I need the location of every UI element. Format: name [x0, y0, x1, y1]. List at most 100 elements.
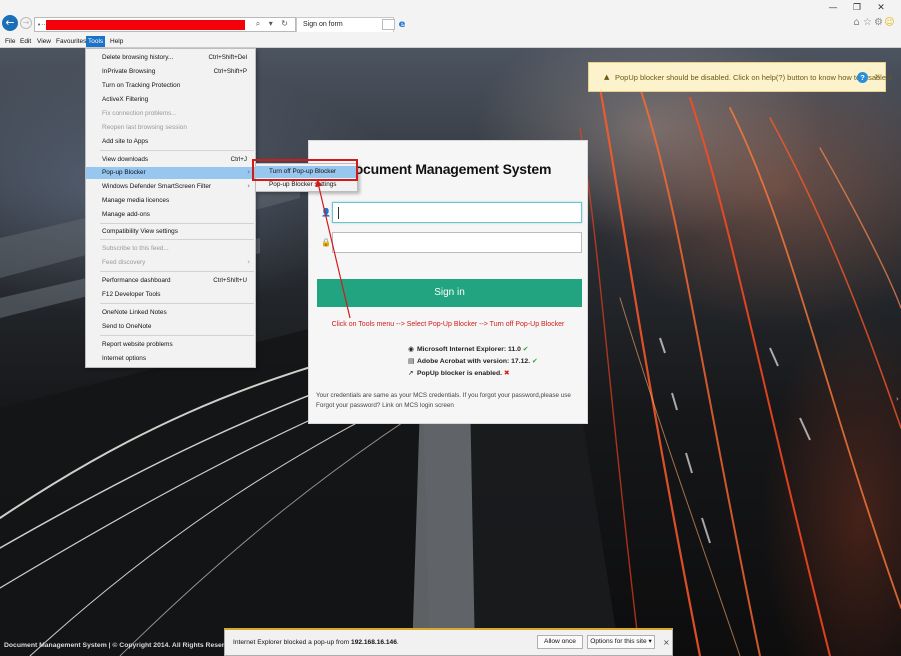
browser-chrome: ← → •·· ⌕ ▾ ↻ Sign on form × e —❐✕ ⌂☆⚙☺ … [0, 0, 901, 48]
submenu-arrow-icon: › [247, 168, 250, 176]
menu-item-feed-discovery: Feed discovery › [86, 257, 255, 269]
lock-icon: 🔒 [321, 238, 331, 247]
password-field[interactable] [332, 232, 582, 253]
menu-favourites[interactable]: Favourites [54, 36, 88, 47]
menu-file[interactable]: File [3, 36, 17, 47]
menu-item-label: Compatibility View settings [102, 228, 178, 235]
menu-item-inprivate[interactable]: InPrivate Browsing Ctrl+Shift+P [86, 66, 255, 78]
menu-item-popup-blocker[interactable]: Pop-up Blocker › [86, 167, 255, 179]
user-icon: 👤 [321, 208, 331, 217]
notification-text: Internet Explorer blocked a pop-up from … [233, 639, 399, 646]
menu-item-label: Pop-up Blocker [102, 169, 146, 176]
credentials-note: Your credentials are same as your MCS cr… [316, 392, 571, 409]
menu-item-label: InPrivate Browsing [102, 68, 156, 75]
menu-item-label: Performance dashboard [102, 277, 171, 284]
menu-item-delete-history[interactable]: Delete browsing history... Ctrl+Shift+Del [86, 52, 255, 64]
menu-item-performance-dashboard[interactable]: Performance dashboard Ctrl+Shift+U [86, 275, 255, 287]
menu-item-report-problems[interactable]: Report website problems [86, 339, 255, 351]
menu-item-shortcut: Ctrl+Shift+U [213, 277, 247, 284]
menu-item-shortcut: Ctrl+J [230, 156, 247, 163]
menu-item-label: Feed discovery [102, 259, 146, 266]
menu-tools[interactable]: Tools [86, 36, 106, 47]
check-acrobat: ▤ Adobe Acrobat with version: 17.12. ✔ [408, 357, 538, 369]
warning-icon: ▲ [604, 73, 610, 81]
submenu-item-label: Pop-up Blocker settings [269, 181, 337, 188]
settings-gear-icon[interactable]: ⚙ [873, 17, 884, 28]
menu-item-tracking-protection[interactable]: Turn on Tracking Protection [86, 80, 255, 92]
allow-once-button[interactable]: Allow once [537, 635, 583, 649]
forward-arrow-icon: → [22, 18, 30, 27]
menu-item-label: ActiveX Filtering [102, 96, 149, 103]
menu-help[interactable]: Help [108, 36, 125, 47]
globe-icon: ◉ [408, 345, 414, 353]
tab-sign-on-form[interactable]: Sign on form × [296, 17, 394, 32]
new-tab-button[interactable] [382, 19, 395, 30]
menu-item-label: Manage media licences [102, 197, 170, 204]
page-footer: Document Management System | © Copyright… [4, 642, 237, 649]
tools-menu: Delete browsing history... Ctrl+Shift+Del… [85, 48, 256, 368]
back-button[interactable]: ← [2, 15, 18, 31]
menu-item-activex-filtering[interactable]: ActiveX Filtering [86, 94, 255, 106]
redacted-url [46, 20, 245, 30]
menu-item-smartscreen[interactable]: Windows Defender SmartScreen Filter › [86, 181, 255, 193]
error-cross-icon: ✖ [503, 369, 510, 377]
text-caret [338, 207, 339, 219]
menu-separator [100, 223, 254, 224]
page-favicon-icon: •·· [37, 21, 46, 29]
menu-item-view-downloads[interactable]: View downloads Ctrl+J [86, 154, 255, 166]
environment-checks: ◉ Microsoft Internet Explorer: 11.0 ✔ ▤ Ad… [408, 345, 538, 381]
check-acrobat-text: Adobe Acrobat with version: 17.12. [417, 358, 531, 365]
menu-item-add-site-to-apps[interactable]: Add site to Apps [86, 136, 255, 148]
external-link-icon: ↗ [408, 369, 414, 377]
menu-item-label: Subscribe to this feed... [102, 245, 169, 252]
highlight-box [252, 159, 358, 181]
menu-item-label: Internet options [102, 355, 147, 362]
menu-item-manage-addons[interactable]: Manage add-ons [86, 209, 255, 221]
favorites-star-icon[interactable]: ☆ [862, 17, 873, 28]
menu-item-send-to-onenote[interactable]: Send to OneNote [86, 321, 255, 333]
forward-button[interactable]: → [20, 17, 32, 29]
username-field[interactable] [332, 202, 582, 223]
menu-edit[interactable]: Edit [18, 36, 33, 47]
feedback-smiley-icon[interactable]: ☺ [884, 17, 895, 28]
browser-toolbar-icons: ⌂ ☆ ⚙☺ [851, 17, 895, 28]
menu-item-f12-tools[interactable]: F12 Developer Tools [86, 289, 255, 301]
options-for-site-button[interactable]: Options for this site ▾ [587, 635, 655, 649]
menu-item-media-licences[interactable]: Manage media licences [86, 195, 255, 207]
menu-item-shortcut: Ctrl+Shift+Del [208, 54, 247, 61]
menu-item-compatibility-view[interactable]: Compatibility View settings [86, 226, 255, 238]
menu-item-shortcut: Ctrl+Shift+P [213, 68, 247, 75]
ok-check-icon: ✔ [531, 357, 538, 365]
close-window-icon[interactable]: ✕ [869, 3, 893, 13]
minimize-icon[interactable]: — [821, 3, 845, 13]
home-icon[interactable]: ⌂ [851, 17, 862, 28]
notification-suffix: . [396, 639, 399, 646]
restore-icon[interactable]: ❐ [845, 3, 869, 13]
menu-view[interactable]: View [35, 36, 53, 47]
check-popup-text: PopUp blocker is enabled. [417, 370, 502, 377]
address-bar[interactable]: •·· ⌕ ▾ ↻ [34, 17, 296, 32]
menu-item-label: OneNote Linked Notes [102, 309, 167, 316]
submenu-arrow-icon: › [247, 258, 250, 266]
check-ie: ◉ Microsoft Internet Explorer: 11.0 ✔ [408, 345, 538, 357]
back-arrow-icon: ← [5, 16, 15, 29]
notification-close-icon[interactable]: × [663, 638, 670, 647]
menu-item-onenote-linked[interactable]: OneNote Linked Notes [86, 307, 255, 319]
menu-separator [100, 271, 254, 272]
ok-check-icon: ✔ [522, 345, 529, 353]
ie-logo-icon: e [398, 19, 406, 30]
menu-separator [100, 335, 254, 336]
menu-item-label: Windows Defender SmartScreen Filter [102, 183, 212, 190]
popup-warning-notice: ▲ PopUp blocker should be disabled. Clic… [588, 62, 892, 92]
sign-in-button[interactable]: Sign in [317, 279, 582, 307]
menu-item-internet-options[interactable]: Internet options [86, 353, 255, 365]
menu-item-label: F12 Developer Tools [102, 291, 161, 298]
menu-item-label: Send to OneNote [102, 323, 152, 330]
menu-separator [100, 303, 254, 304]
address-bar-actions[interactable]: ⌕ ▾ ↻ [256, 19, 291, 29]
scroll-indicator-icon: › [896, 395, 899, 403]
help-button[interactable]: ? [857, 72, 868, 83]
menu-item-label: Manage add-ons [102, 211, 150, 218]
check-popup: ↗ PopUp blocker is enabled. ✖ [408, 369, 538, 381]
notice-close-icon[interactable]: × [874, 72, 881, 81]
